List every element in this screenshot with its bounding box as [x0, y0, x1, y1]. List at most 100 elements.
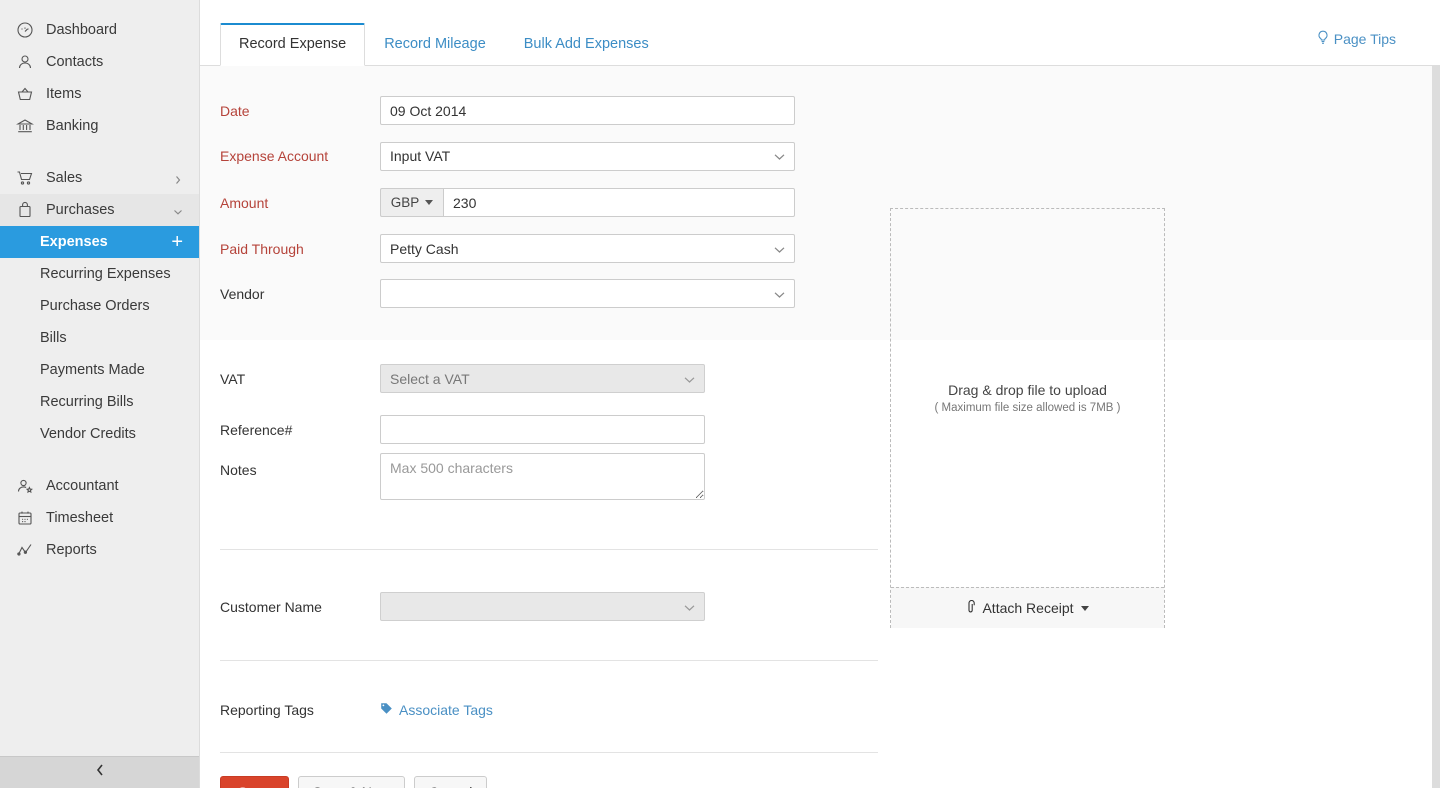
app-root: Dashboard Contacts Items	[0, 0, 1440, 788]
chevron-down-icon	[173, 205, 183, 215]
tab-list: Record Expense Record Mileage Bulk Add E…	[200, 22, 668, 66]
file-dropzone[interactable]: Drag & drop file to upload ( Maximum fil…	[890, 208, 1165, 628]
field-row-paid-through: Paid Through Petty Cash	[200, 226, 1440, 271]
sidebar-subitem-label: Expenses	[40, 234, 108, 250]
sidebar-item-recurring-expenses[interactable]: Recurring Expenses	[0, 258, 199, 290]
tab-label: Record Expense	[239, 36, 346, 52]
sidebar-item-timesheet[interactable]: Timesheet	[0, 502, 199, 534]
bag-icon	[14, 199, 36, 221]
sidebar-item-reports[interactable]: Reports	[0, 534, 199, 566]
field-row-reference: Reference#	[200, 406, 1440, 453]
section-spacer-5	[200, 661, 1440, 690]
expense-account-value: Input VAT	[390, 148, 450, 164]
sidebar-item-accountant[interactable]: Accountant	[0, 470, 199, 502]
attach-receipt-label: Attach Receipt	[982, 600, 1073, 616]
caret-down-icon	[1081, 606, 1089, 611]
amount-label: Amount	[200, 195, 380, 211]
sidebar-collapse-button[interactable]	[0, 756, 199, 788]
sidebar-item-purchase-orders[interactable]: Purchase Orders	[0, 290, 199, 322]
save-and-new-button[interactable]: Save & New	[298, 776, 405, 788]
sidebar-item-label: Accountant	[46, 479, 119, 494]
chevron-down-icon	[774, 241, 785, 257]
gauge-icon	[14, 19, 36, 41]
field-row-reporting-tags: Reporting Tags Associate Tags	[200, 690, 1440, 730]
page-tips-button[interactable]: Page Tips	[1317, 30, 1396, 48]
attach-receipt-button[interactable]: Attach Receipt	[891, 587, 1164, 628]
reporting-tags-label: Reporting Tags	[200, 702, 380, 718]
tag-icon	[380, 702, 393, 718]
section-spacer-7	[200, 753, 1440, 776]
field-row-expense-account: Expense Account Input VAT	[200, 133, 1440, 179]
associate-tags-link[interactable]: Associate Tags	[380, 702, 493, 718]
sidebar-item-contacts[interactable]: Contacts	[0, 46, 199, 78]
field-row-notes: Notes	[200, 453, 1440, 523]
cart-icon	[14, 167, 36, 189]
sidebar-item-recurring-bills[interactable]: Recurring Bills	[0, 386, 199, 418]
sidebar-item-label: Dashboard	[46, 23, 117, 38]
save-button[interactable]: Save	[220, 776, 289, 788]
lightbulb-icon	[1317, 30, 1329, 48]
expense-account-select[interactable]: Input VAT	[380, 142, 795, 171]
tab-label: Bulk Add Expenses	[524, 36, 649, 52]
chevron-down-icon	[684, 599, 695, 615]
paperclip-icon	[966, 600, 977, 617]
sidebar-item-banking[interactable]: Banking	[0, 110, 199, 142]
sidebar-divider-gap	[0, 142, 199, 162]
sidebar-group-purchases[interactable]: Purchases	[0, 194, 199, 226]
amount-group: GBP	[380, 188, 795, 217]
date-input[interactable]	[380, 96, 795, 125]
currency-selector[interactable]: GBP	[380, 188, 443, 217]
tab-record-mileage[interactable]: Record Mileage	[365, 23, 505, 67]
customer-name-label: Customer Name	[200, 599, 380, 615]
add-expense-icon[interactable]: +	[171, 232, 183, 252]
form-actions: Save Save & New Cancel	[200, 776, 1440, 788]
caret-down-icon	[425, 200, 433, 205]
sidebar-item-vendor-credits[interactable]: Vendor Credits	[0, 418, 199, 450]
sidebar-item-expenses[interactable]: Expenses +	[0, 226, 199, 258]
sidebar-item-payments-made[interactable]: Payments Made	[0, 354, 199, 386]
sidebar-subitem-label: Vendor Credits	[40, 426, 136, 442]
sidebar-subitem-label: Purchase Orders	[40, 298, 150, 314]
currency-value: GBP	[391, 195, 420, 210]
sidebar-group-sales[interactable]: Sales	[0, 162, 199, 194]
vat-label: VAT	[200, 371, 380, 387]
basket-icon	[14, 83, 36, 105]
field-row-vat: VAT Select a VAT	[200, 351, 1440, 406]
vendor-select[interactable]	[380, 279, 795, 308]
sidebar-item-label: Timesheet	[46, 511, 113, 526]
chevron-left-icon	[94, 763, 106, 782]
chevron-right-icon	[173, 173, 183, 183]
paid-through-select[interactable]: Petty Cash	[380, 234, 795, 263]
reference-input[interactable]	[380, 415, 705, 444]
customer-name-select[interactable]	[380, 592, 705, 621]
accountant-icon	[14, 475, 36, 497]
field-row-date: Date	[200, 88, 1440, 133]
sidebar-item-items[interactable]: Items	[0, 78, 199, 110]
chevron-down-icon	[684, 371, 695, 387]
vat-select[interactable]: Select a VAT	[380, 364, 705, 393]
sidebar-group-label: Purchases	[46, 203, 115, 218]
dropzone-title: Drag & drop file to upload	[948, 382, 1107, 398]
notes-textarea[interactable]	[380, 453, 705, 500]
chevron-down-icon	[774, 148, 785, 164]
expense-form: Date Expense Account Input VAT	[200, 66, 1440, 788]
section-spacer-4	[200, 631, 1440, 660]
tab-record-expense[interactable]: Record Expense	[220, 23, 365, 67]
section-spacer-1	[200, 316, 1440, 351]
tab-bulk-add-expenses[interactable]: Bulk Add Expenses	[505, 23, 668, 67]
vat-value: Select a VAT	[390, 371, 470, 387]
section-spacer-6	[200, 730, 1440, 752]
person-icon	[14, 51, 36, 73]
sidebar-item-bills[interactable]: Bills	[0, 322, 199, 354]
field-row-vendor: Vendor	[200, 271, 1440, 316]
expense-account-label: Expense Account	[200, 148, 380, 164]
sidebar-subitem-label: Recurring Expenses	[40, 266, 171, 282]
paid-through-value: Petty Cash	[390, 241, 458, 257]
sidebar-subitem-label: Bills	[40, 330, 67, 346]
form-content: Date Expense Account Input VAT	[200, 66, 1440, 787]
reference-label: Reference#	[200, 422, 380, 438]
sidebar-item-dashboard[interactable]: Dashboard	[0, 14, 199, 46]
amount-input[interactable]	[443, 188, 795, 217]
save-button-label: Save	[238, 785, 271, 788]
cancel-button[interactable]: Cancel	[414, 776, 488, 788]
